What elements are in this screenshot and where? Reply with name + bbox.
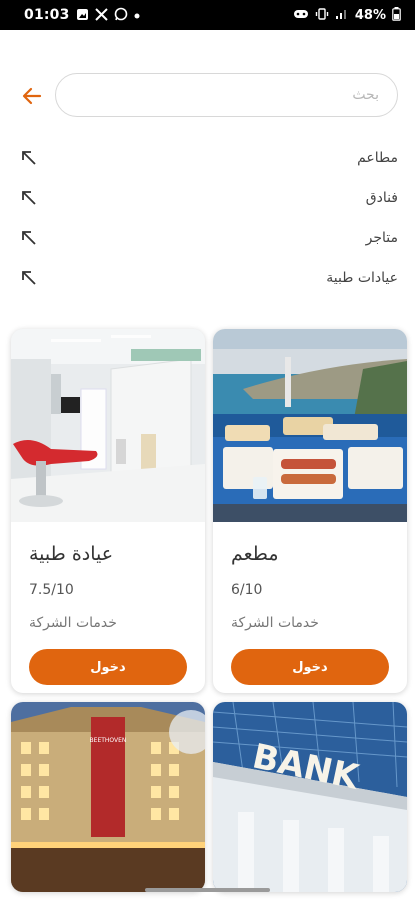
- hotel-image: BEETHOVEN: [11, 702, 205, 892]
- restaurant-image: [213, 329, 407, 522]
- suggestion-label: عيادات طبية: [326, 270, 398, 286]
- vibrate-icon: [315, 7, 329, 23]
- arrow-up-left-icon: [20, 269, 38, 287]
- place-card[interactable]: مطعم 6/10 خدمات الشركة دخول: [213, 329, 407, 693]
- card-title: مطعم: [231, 543, 279, 565]
- place-card[interactable]: عيادة طبية 7.5/10 خدمات الشركة دخول: [11, 329, 205, 693]
- arrow-up-left-icon: [20, 189, 38, 207]
- clinic-image: [11, 329, 205, 522]
- card-category: خدمات الشركة: [29, 615, 117, 631]
- suggestion-label: متاجر: [365, 230, 398, 246]
- status-time: 01:03: [24, 7, 70, 23]
- bank-image: BANK: [213, 702, 407, 892]
- suggestion-label: فنادق: [365, 190, 398, 206]
- place-card[interactable]: BEETHOVEN: [11, 702, 205, 892]
- arrow-up-left-icon: [20, 149, 38, 167]
- dot-icon: [134, 9, 140, 21]
- status-bar: 01:03 48%: [0, 0, 415, 30]
- whatsapp-icon: [114, 7, 128, 23]
- suggestion-label: مطاعم: [357, 150, 398, 166]
- search-box: [55, 73, 398, 117]
- hotel-sign: BEETHOVEN: [90, 737, 127, 744]
- gallery-icon: [76, 8, 89, 23]
- suggestion-clinics[interactable]: عيادات طبية: [0, 258, 415, 298]
- enter-button[interactable]: دخول: [231, 649, 389, 685]
- place-card[interactable]: BANK: [213, 702, 407, 892]
- suggestion-restaurants[interactable]: مطاعم: [0, 138, 415, 178]
- card-rating: 7.5/10: [29, 582, 74, 598]
- arrow-up-left-icon: [20, 229, 38, 247]
- card-rating: 6/10: [231, 582, 263, 598]
- card-title: عيادة طبية: [29, 543, 114, 565]
- status-right: 48%: [293, 7, 401, 23]
- suggestion-hotels[interactable]: فنادق: [0, 178, 415, 218]
- back-button[interactable]: [18, 82, 46, 110]
- home-indicator[interactable]: [145, 888, 270, 892]
- enter-button[interactable]: دخول: [29, 649, 187, 685]
- suggestion-stores[interactable]: متاجر: [0, 218, 415, 258]
- status-left: 01:03: [24, 7, 140, 23]
- game-icon: [293, 8, 309, 22]
- battery-percent: 48%: [354, 7, 386, 23]
- suggestions-list: مطاعم فنادق متاجر عيادات طبية: [0, 138, 415, 298]
- x-icon: [94, 7, 108, 23]
- battery-icon: [392, 7, 401, 23]
- card-category: خدمات الشركة: [231, 615, 319, 631]
- signal-icon: [335, 8, 349, 22]
- search-input[interactable]: [56, 74, 397, 116]
- arrow-left-icon: [22, 87, 42, 105]
